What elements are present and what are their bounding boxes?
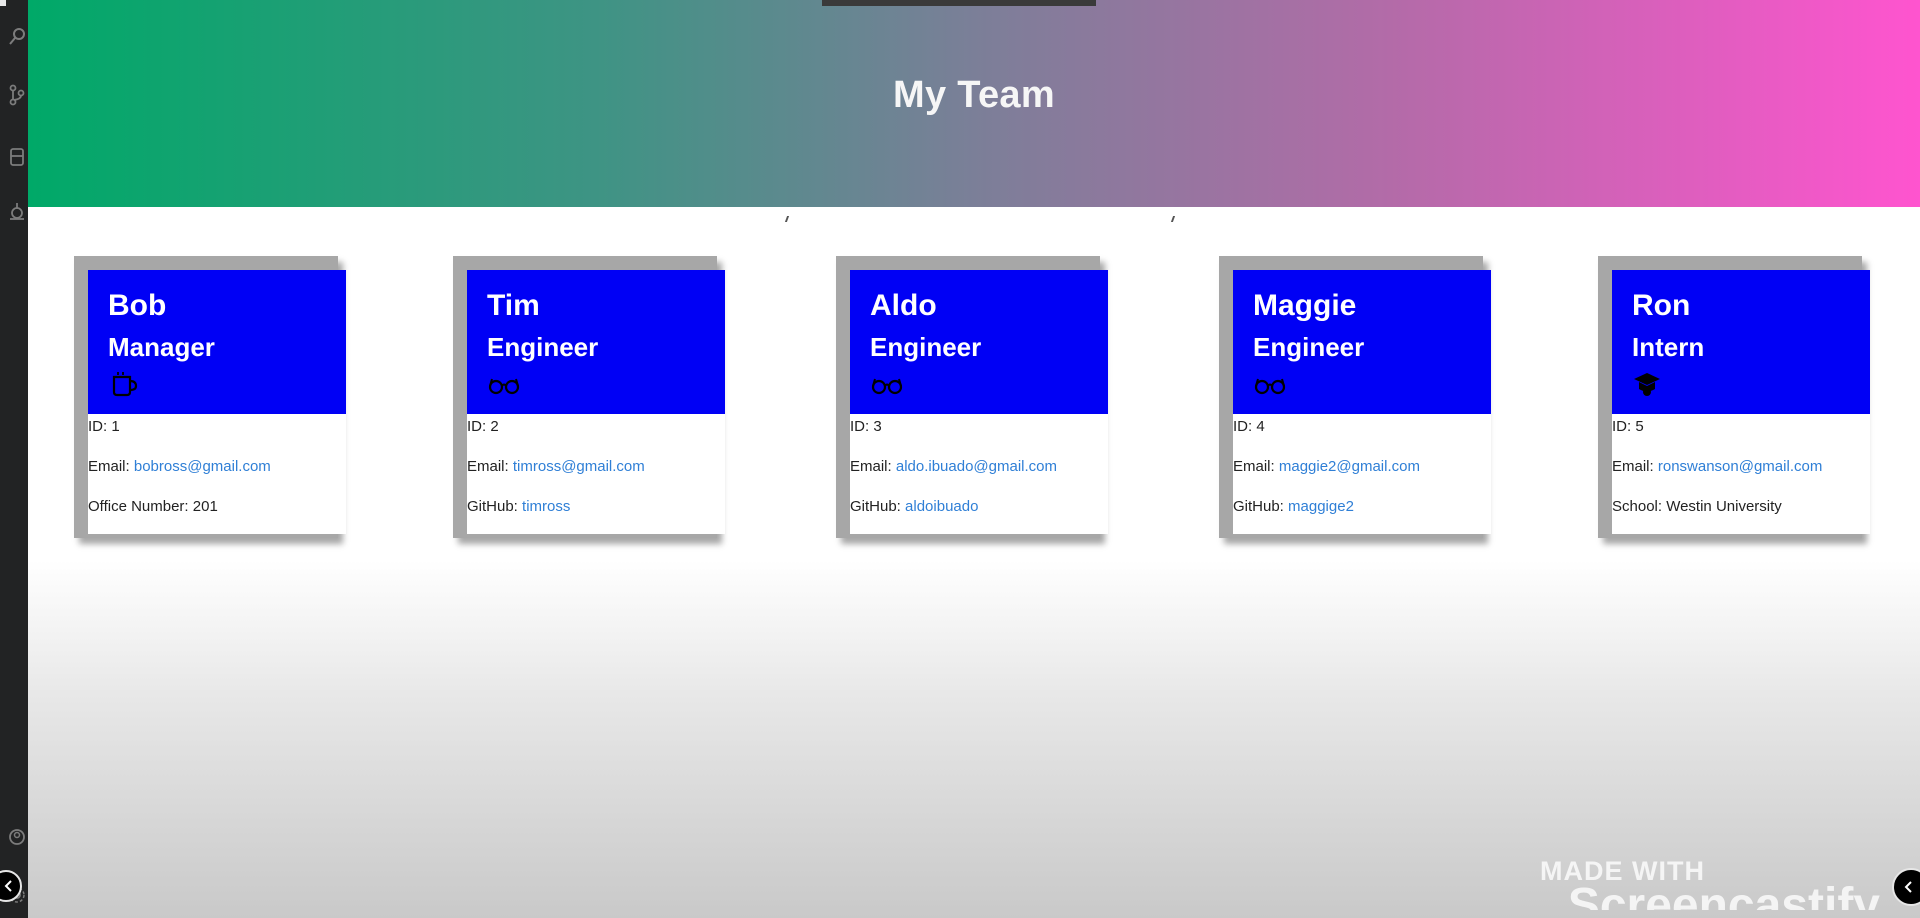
email-label: Email: bbox=[850, 458, 892, 475]
employee-card-content: Aldo Engineer ID: 3 Email: aldo.ibuado@g… bbox=[850, 270, 1108, 534]
employee-card-content: Bob Manager ID: 1 Email: bobross@gmail.c… bbox=[88, 270, 346, 534]
watermark-brand: Screencastify bbox=[1540, 886, 1880, 910]
debug-icon[interactable] bbox=[8, 200, 26, 222]
employee-card-content: Tim Engineer ID: 2 Email: timross@gmail.… bbox=[467, 270, 725, 534]
github-label: GitHub: bbox=[1233, 498, 1284, 515]
email-link[interactable]: timross@gmail.com bbox=[513, 458, 645, 475]
screencastify-watermark: MADE WITH Screencastify bbox=[1540, 856, 1880, 910]
email-link[interactable]: maggie2@gmail.com bbox=[1279, 458, 1420, 475]
glasses-icon bbox=[487, 370, 521, 398]
employee-details: ID: 3 Email: aldo.ibuado@gmail.com GitHu… bbox=[850, 414, 1108, 534]
employee-card: Ron Intern ID: 5 Email: ronswanson@gmail… bbox=[1598, 256, 1870, 538]
graduate-icon bbox=[1632, 370, 1666, 398]
employee-role: Engineer bbox=[487, 332, 599, 362]
page-title: My Team bbox=[893, 74, 1055, 116]
employee-card: Tim Engineer ID: 2 Email: timross@gmail.… bbox=[453, 256, 725, 538]
employee-name: Ron bbox=[1632, 289, 1691, 322]
email-label: Email: bbox=[1233, 458, 1275, 475]
school-row: School: Westin University bbox=[1612, 498, 1782, 515]
editor-activity-bar bbox=[0, 0, 28, 918]
employee-id: ID: 1 bbox=[88, 418, 120, 435]
employee-email-row: Email: timross@gmail.com bbox=[467, 454, 725, 494]
employee-card: Maggie Engineer ID: 4 Email: maggie2@gma… bbox=[1219, 256, 1491, 538]
employee-card-header: Aldo Engineer bbox=[850, 270, 1108, 414]
employee-email-row: Email: ronswanson@gmail.com bbox=[1612, 454, 1870, 494]
employee-name: Tim bbox=[487, 289, 540, 322]
email-link[interactable]: ronswanson@gmail.com bbox=[1658, 458, 1822, 475]
employee-name: Aldo bbox=[870, 289, 937, 322]
screen: My Team Bob Manager ID: 1 Email: bobross… bbox=[0, 0, 1920, 918]
employee-email-row: Email: bobross@gmail.com bbox=[88, 454, 346, 494]
glasses-icon bbox=[870, 370, 904, 398]
github-row: GitHub: timross bbox=[467, 494, 725, 534]
github-label: GitHub: bbox=[850, 498, 901, 515]
employee-details: ID: 2 Email: timross@gmail.com GitHub: t… bbox=[467, 414, 725, 534]
github-link[interactable]: maggige2 bbox=[1288, 498, 1354, 515]
employee-id: ID: 4 bbox=[1233, 418, 1265, 435]
employee-role: Engineer bbox=[870, 332, 982, 362]
glasses-icon bbox=[1253, 370, 1287, 398]
office-number: Office Number: 201 bbox=[88, 498, 218, 515]
watermark-made-with: MADE WITH bbox=[1540, 856, 1705, 886]
chevron-left-icon bbox=[4, 880, 12, 892]
team-page: My Team Bob Manager ID: 1 Email: bobross… bbox=[28, 0, 1920, 918]
github-row: GitHub: maggige2 bbox=[1233, 494, 1491, 534]
employee-card: Bob Manager ID: 1 Email: bobross@gmail.c… bbox=[74, 256, 346, 538]
email-label: Email: bbox=[88, 458, 130, 475]
employee-email-row: Email: aldo.ibuado@gmail.com bbox=[850, 454, 1108, 494]
account-icon[interactable] bbox=[8, 826, 26, 848]
page-header: My Team bbox=[28, 0, 1920, 207]
employee-card-header: Bob Manager bbox=[88, 270, 346, 414]
employee-card-content: Ron Intern ID: 5 Email: ronswanson@gmail… bbox=[1612, 270, 1870, 534]
employee-details: ID: 1 Email: bobross@gmail.com Office Nu… bbox=[88, 414, 346, 534]
employee-card-header: Maggie Engineer bbox=[1233, 270, 1491, 414]
source-control-icon[interactable] bbox=[8, 84, 26, 106]
email-label: Email: bbox=[1612, 458, 1654, 475]
coffee-mug-icon bbox=[108, 370, 142, 398]
employee-card-header: Tim Engineer bbox=[467, 270, 725, 414]
team-card-list: Bob Manager ID: 1 Email: bobross@gmail.c… bbox=[28, 256, 1920, 556]
employee-card-content: Maggie Engineer ID: 4 Email: maggie2@gma… bbox=[1233, 270, 1491, 534]
employee-id: ID: 3 bbox=[850, 418, 882, 435]
employee-id: ID: 2 bbox=[467, 418, 499, 435]
employee-card: Aldo Engineer ID: 3 Email: aldo.ibuado@g… bbox=[836, 256, 1108, 538]
chevron-left-icon bbox=[1904, 881, 1912, 893]
divider-mark bbox=[1170, 216, 1176, 222]
editor-top-marker bbox=[0, 0, 6, 6]
database-icon[interactable] bbox=[8, 146, 26, 168]
github-link[interactable]: timross bbox=[522, 498, 570, 515]
employee-role: Intern bbox=[1632, 332, 1705, 362]
employee-email-row: Email: maggie2@gmail.com bbox=[1233, 454, 1491, 494]
employee-name: Bob bbox=[108, 289, 167, 322]
video-progress-bar bbox=[822, 0, 1096, 6]
github-label: GitHub: bbox=[467, 498, 518, 515]
employee-details: ID: 5 Email: ronswanson@gmail.com School… bbox=[1612, 414, 1870, 534]
search-icon[interactable] bbox=[8, 26, 26, 48]
employee-details: ID: 4 Email: maggie2@gmail.com GitHub: m… bbox=[1233, 414, 1491, 534]
employee-card-header: Ron Intern bbox=[1612, 270, 1870, 414]
employee-role: Engineer bbox=[1253, 332, 1365, 362]
email-label: Email: bbox=[467, 458, 509, 475]
github-link[interactable]: aldoibuado bbox=[905, 498, 978, 515]
github-row: GitHub: aldoibuado bbox=[850, 494, 1108, 534]
divider-mark bbox=[784, 216, 790, 222]
employee-role: Manager bbox=[108, 332, 215, 362]
employee-name: Maggie bbox=[1253, 289, 1357, 322]
email-link[interactable]: aldo.ibuado@gmail.com bbox=[896, 458, 1057, 475]
email-link[interactable]: bobross@gmail.com bbox=[134, 458, 271, 475]
employee-id: ID: 5 bbox=[1612, 418, 1644, 435]
